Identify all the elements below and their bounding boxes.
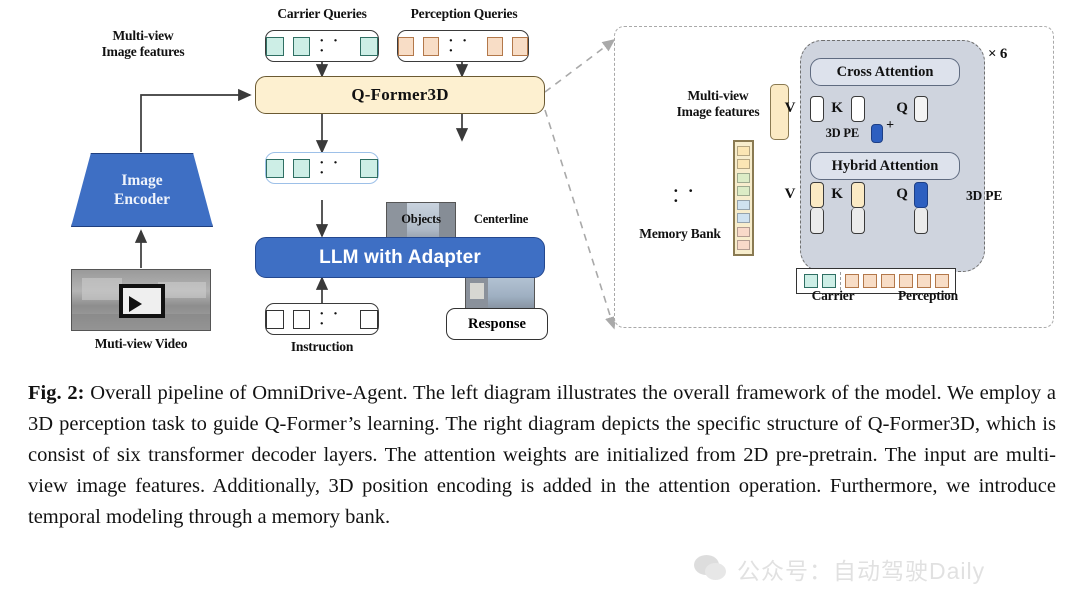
play-icon <box>119 284 165 318</box>
perception-queries-label: Perception Queries <box>410 6 518 21</box>
cross-k-pill <box>851 96 865 122</box>
multiview-line-2: Image features <box>676 103 760 119</box>
strip-perception-token <box>898 274 913 288</box>
strip-perception-token <box>880 274 895 288</box>
pe-label-right: 3D PE <box>966 188 1003 203</box>
strip-perception-token <box>862 274 877 288</box>
hybrid-k-label: K <box>831 186 843 202</box>
image-encoder-block: Image Encoder <box>71 153 213 227</box>
hybrid-v-pill <box>810 182 824 234</box>
output-token <box>360 158 378 178</box>
strip-perception-token <box>934 274 949 288</box>
carrier-label-right: Carrier <box>811 288 855 303</box>
cross-v-pill <box>810 96 824 122</box>
carrier-token <box>266 36 284 56</box>
figure-area: Carrier Queries · · · Perception Queries… <box>0 0 1080 370</box>
pe-marker-top <box>871 124 883 143</box>
memory-bank-cell <box>737 145 750 156</box>
instruction-tokens-row: · · · <box>265 303 379 335</box>
centerline-label: Centerline <box>473 212 529 226</box>
hybrid-v-label: V <box>784 186 796 202</box>
output-token <box>292 158 311 178</box>
multiview-features-label-left: Multi-view Image features <box>83 28 203 60</box>
carrier-queries-row: · · · <box>265 30 379 62</box>
instruction-token <box>360 309 378 329</box>
ellipsis: · · · <box>448 33 470 59</box>
ellipsis: · · · <box>319 155 341 181</box>
repeat-count-label: × 6 <box>988 46 1008 62</box>
multiview-video-thumbnail <box>71 269 211 331</box>
cross-attention-block: Cross Attention <box>810 58 960 86</box>
carrier-token <box>292 36 311 56</box>
memory-ellipsis: · · · <box>673 181 697 210</box>
perception-label-right: Perception <box>898 288 958 303</box>
caption-text: Overall pipeline of OmniDrive-Agent. The… <box>28 382 1057 528</box>
ellipsis: · · · <box>319 33 341 59</box>
perception-token <box>423 36 440 56</box>
memory-bank-cell <box>737 240 750 251</box>
cross-q-pill <box>914 96 928 122</box>
strip-carrier-token <box>821 274 836 288</box>
memory-bank-label: Memory Bank <box>639 226 721 241</box>
memory-bank-cell <box>737 213 750 224</box>
multiview-line-1: Multi-view <box>112 28 174 43</box>
carrier-token <box>360 36 378 56</box>
watermark-text: 公众号：自动驾驶Daily <box>737 558 986 584</box>
hybrid-q-pill <box>914 182 928 234</box>
multiview-line-1: Multi-view <box>687 88 749 103</box>
memory-bank-cell <box>737 226 750 237</box>
image-encoder-line-1: Image <box>121 171 163 189</box>
perception-token <box>398 36 415 56</box>
pe-label-top: 3D PE <box>825 126 860 140</box>
instruction-token <box>266 309 284 329</box>
memory-bank-cell <box>737 199 750 210</box>
hybrid-q-label: Q <box>896 186 908 202</box>
memory-bank-cell <box>737 172 750 183</box>
caption-prefix: Fig. 2: <box>28 382 85 404</box>
strip-carrier-token <box>803 274 818 288</box>
hybrid-k-pill <box>851 182 865 234</box>
memory-bank-cell <box>737 186 750 197</box>
ellipsis: · · · <box>319 306 341 332</box>
memory-bank-cell <box>737 159 750 170</box>
carrier-queries-label: Carrier Queries <box>277 6 367 21</box>
strip-perception-token <box>916 274 931 288</box>
strip-perception-token <box>844 274 859 288</box>
objects-label: Objects <box>401 212 441 226</box>
wechat-icon <box>694 555 728 583</box>
instruction-label: Instruction <box>290 339 354 354</box>
multiview-features-label-right: Multi-view Image features <box>660 88 776 120</box>
hybrid-attention-block: Hybrid Attention <box>810 152 960 180</box>
cross-q-label: Q <box>896 100 908 116</box>
figure-caption: Fig. 2: Overall pipeline of OmniDrive-Ag… <box>28 378 1056 533</box>
perception-queries-row: · · · <box>397 30 529 62</box>
image-encoder-line-2: Encoder <box>114 191 170 208</box>
pe-plus-sign: + <box>886 118 894 133</box>
perception-token <box>486 36 503 56</box>
llm-with-adapter-box: LLM with Adapter <box>255 237 545 278</box>
output-query-tokens-row: · · · <box>265 152 379 184</box>
cross-k-label: K <box>831 100 843 116</box>
perception-token <box>511 36 528 56</box>
multiview-video-label: Muti-view Video <box>94 336 188 351</box>
cross-v-label: V <box>784 100 796 116</box>
memory-bank-column <box>733 140 754 256</box>
q-former-3d-box: Q-Former3D <box>255 76 545 114</box>
output-token <box>266 158 284 178</box>
watermark: 公众号：自动驾驶Daily <box>694 552 985 586</box>
instruction-token <box>292 309 311 329</box>
response-box: Response <box>446 308 548 340</box>
multiview-line-2: Image features <box>101 43 185 59</box>
